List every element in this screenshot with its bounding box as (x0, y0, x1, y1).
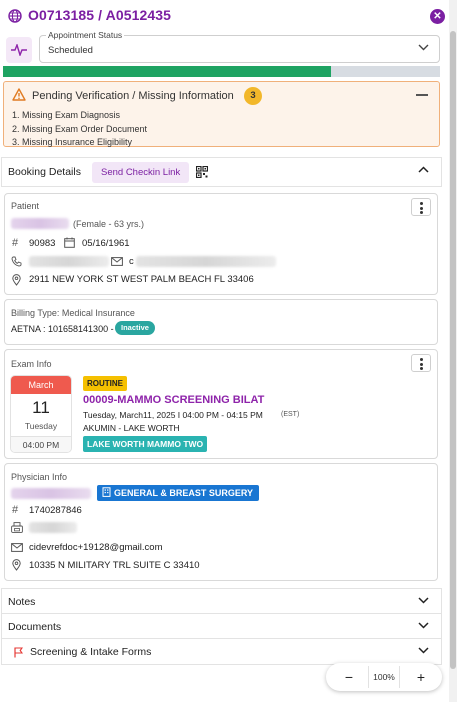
documents-section-header[interactable]: Documents (1, 613, 442, 640)
physician-fax-redacted (29, 522, 77, 533)
chevron-down-icon (418, 44, 429, 51)
notes-title: Notes (8, 596, 36, 608)
exam-date-card: March 11 Tuesday 04:00 PM (11, 376, 71, 452)
insurance-info: AETNA : 101658141300 - (11, 324, 114, 334)
exam-schedule: Tuesday, March11, 2025 I 04:00 PM - 04:1… (83, 410, 263, 420)
screening-forms-section-header[interactable]: Screening & Intake Forms (1, 638, 442, 665)
patient-card: Patient (Female - 63 yrs.) # 90983 05/16… (4, 193, 438, 295)
pending-count-badge: 3 (244, 87, 262, 105)
exam-info-title: Exam Info (11, 359, 52, 369)
collapse-icon[interactable] (416, 94, 428, 96)
screening-forms-title: Screening & Intake Forms (30, 646, 152, 658)
globe-icon (8, 9, 22, 23)
more-options-icon[interactable] (411, 198, 431, 216)
zoom-in-button[interactable]: + (412, 668, 430, 686)
physician-name-redacted (11, 488, 91, 499)
send-checkin-link-button[interactable]: Send Checkin Link (92, 162, 190, 183)
missing-item: 3. Missing Insurance Eligibility (12, 137, 133, 148)
location-pin-icon (12, 274, 21, 286)
patient-name-redacted (11, 218, 69, 229)
priority-badge: ROUTINE (83, 376, 127, 391)
calendar-icon (64, 237, 75, 248)
physician-card: Physician Info GENERAL & BREAST SURGERY … (4, 463, 438, 581)
warning-icon (12, 88, 26, 101)
activity-icon (6, 37, 32, 63)
location-pin-icon (12, 559, 21, 571)
booking-details-title: Booking Details (8, 166, 81, 178)
appointment-panel: O0713185 / A0512435 ✕ Appointment Status… (0, 0, 457, 702)
exam-name[interactable]: 00009-MAMMO SCREENING BILAT (83, 394, 264, 406)
exam-provider: AKUMIN - LAKE WORTH (83, 423, 180, 433)
patient-id: 90983 (29, 238, 56, 249)
specialty-label: GENERAL & BREAST SURGERY (114, 488, 254, 498)
chevron-down-icon (418, 622, 429, 629)
specialty-badge: GENERAL & BREAST SURGERY (97, 485, 260, 501)
hash-icon: # (12, 504, 19, 516)
exam-timezone: (EST) (281, 411, 300, 418)
missing-item: 2. Missing Exam Order Document (12, 123, 148, 134)
documents-title: Documents (8, 621, 62, 633)
scrollbar-thumb[interactable] (450, 31, 456, 669)
physician-npi: 1740287846 (29, 505, 82, 516)
more-options-icon[interactable] (411, 354, 431, 372)
physician-address: 10335 N MILITARY TRL SUITE C 33410 (29, 560, 200, 571)
email-icon (11, 543, 23, 552)
phone-icon (11, 256, 22, 267)
hash-icon: # (12, 237, 19, 249)
panel-header: O0713185 / A0512435 ✕ (0, 0, 450, 32)
billing-card: Billing Type: Medical Insurance AETNA : … (4, 299, 438, 345)
physician-email: cidevrefdoc+19128@gmail.com (29, 542, 163, 553)
missing-item: 1. Missing Exam Diagnosis (12, 110, 121, 120)
insurance-status-badge: Inactive (115, 321, 155, 335)
patient-dob: 05/16/1961 (82, 238, 130, 249)
building-icon (102, 487, 111, 497)
patient-email-visible: c (129, 256, 134, 267)
progress-fill (3, 66, 331, 77)
pending-verification-panel: Pending Verification / Missing Informati… (3, 81, 440, 147)
patient-title: Patient (11, 201, 40, 211)
zoom-level: 100% (368, 666, 400, 688)
patient-address: 2911 NEW YORK ST WEST PALM BEACH FL 3340… (29, 274, 254, 285)
patient-demographics: (Female - 63 yrs.) (73, 219, 145, 229)
exam-day: 11 (32, 398, 50, 417)
chevron-up-icon[interactable] (418, 166, 429, 173)
patient-email-redacted (136, 256, 276, 267)
appointment-status-row: Appointment Status Scheduled (3, 30, 440, 64)
email-icon (111, 257, 123, 266)
missing-items-list: 1. Missing Exam Diagnosis 2. Missing Exa… (12, 109, 147, 150)
physician-title: Physician Info (11, 472, 68, 482)
exam-weekday: Tuesday (24, 421, 58, 431)
booking-details-header[interactable]: Booking Details Send Checkin Link (1, 157, 442, 187)
patient-phone-redacted (29, 256, 109, 267)
fax-icon (11, 522, 23, 533)
pending-title: Pending Verification / Missing Informati… (32, 90, 234, 102)
notes-section-header[interactable]: Notes (1, 588, 442, 615)
zoom-out-button[interactable]: − (340, 668, 358, 686)
appointment-status-label: Appointment Status (46, 30, 125, 40)
billing-type: Billing Type: Medical Insurance (11, 308, 135, 318)
zoom-control: − 100% + (326, 663, 442, 691)
exam-month: March (11, 376, 71, 394)
exam-time: 04:00 PM (11, 436, 71, 452)
order-title: O0713185 / A0512435 (28, 7, 172, 23)
exam-info-card: Exam Info March 11 Tuesday 04:00 PM ROUT… (4, 349, 438, 459)
chevron-down-icon (418, 647, 429, 654)
chevron-down-icon (418, 597, 429, 604)
qr-code-icon[interactable] (196, 166, 208, 178)
exam-location-badge: LAKE WORTH MAMMO TWO (83, 436, 208, 452)
progress-bar (3, 66, 440, 77)
appointment-status-value: Scheduled (48, 45, 93, 56)
close-icon[interactable]: ✕ (430, 9, 445, 24)
flag-icon (14, 647, 23, 658)
appointment-status-select[interactable]: Appointment Status Scheduled (39, 30, 440, 63)
